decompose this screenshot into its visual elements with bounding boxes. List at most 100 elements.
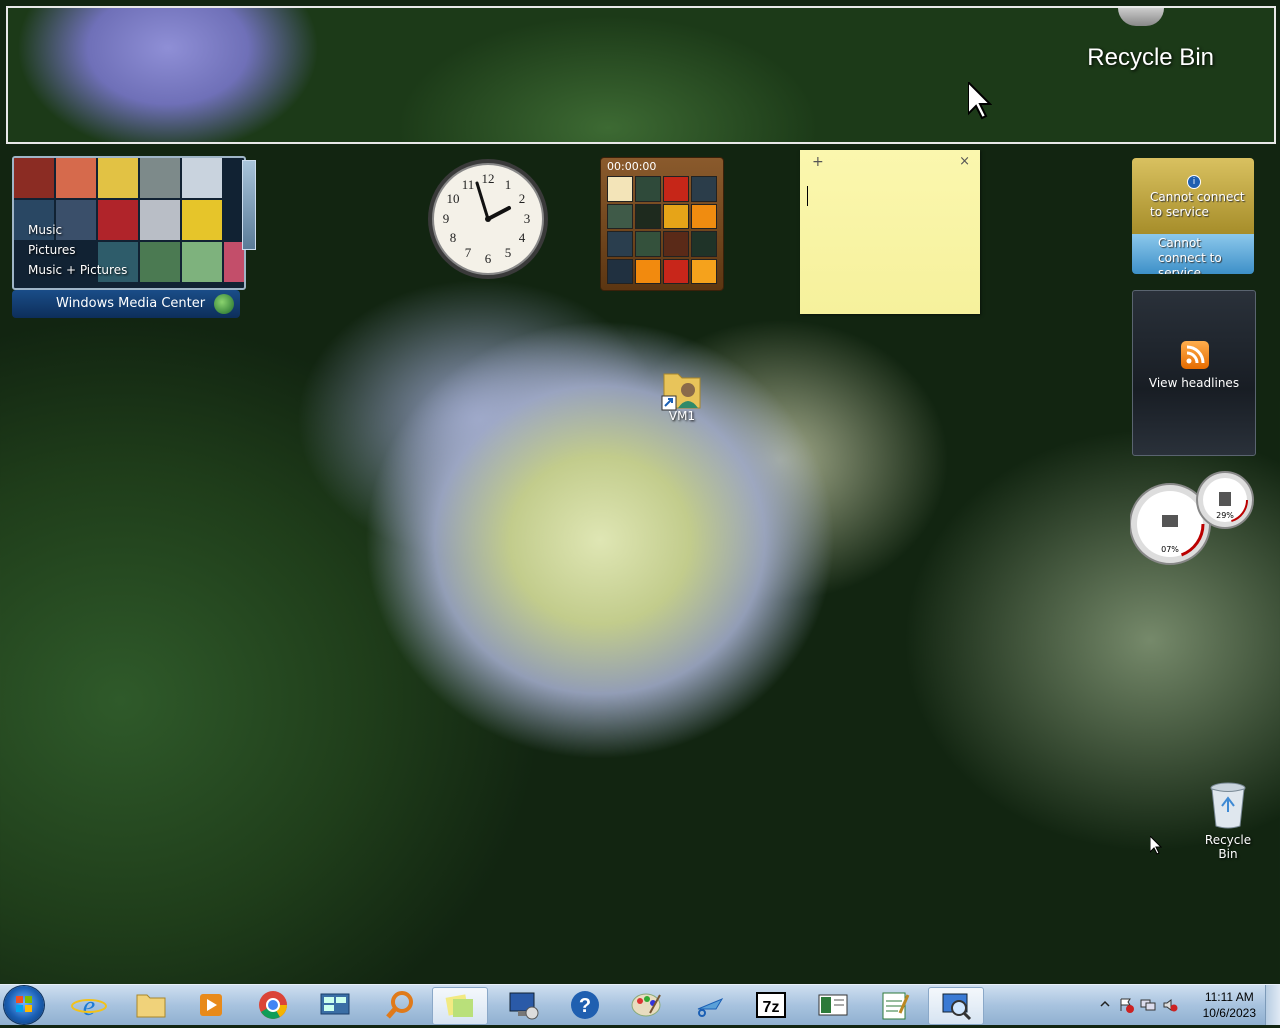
puzzle-tile[interactable] — [691, 176, 717, 202]
media-center-gadget[interactable]: Music Pictures Music + Pictures — [12, 156, 246, 290]
svg-text:9: 9 — [443, 211, 450, 226]
weather-gadget[interactable]: i Cannot connect to service Cannot conne… — [1132, 158, 1254, 274]
puzzle-tile[interactable] — [691, 203, 717, 229]
taskbar-paint[interactable] — [620, 987, 674, 1023]
wmc-tile — [140, 200, 180, 240]
wmc-tile — [140, 242, 180, 282]
taskbar-snipping-tool[interactable] — [684, 987, 738, 1023]
puzzle-tile[interactable] — [691, 258, 717, 284]
wmc-menu-music-pictures[interactable]: Music + Pictures — [28, 260, 127, 280]
puzzle-tile[interactable] — [607, 176, 633, 202]
magnified-cursor-icon — [968, 82, 992, 120]
puzzle-grid[interactable] — [607, 176, 717, 284]
picture-puzzle-gadget[interactable]: 00:00:00 — [600, 157, 724, 291]
taskbar-media-player[interactable] — [184, 987, 238, 1023]
help-icon: ? — [571, 991, 599, 1019]
puzzle-tile[interactable] — [607, 231, 633, 257]
seven-zip-icon: 7z — [756, 992, 786, 1018]
desktop-icon-recycle-bin[interactable]: Recycle Bin — [1194, 780, 1262, 861]
svg-text:10: 10 — [447, 191, 460, 206]
recycle-bin-icon — [1210, 782, 1246, 829]
taskbar-ie[interactable]: e — [62, 987, 116, 1023]
puzzle-tile[interactable] — [635, 203, 661, 229]
wmc-menu: Music Pictures Music + Pictures — [28, 220, 127, 280]
note-add-button[interactable]: + — [812, 154, 824, 170]
taskbar-remote-desktop[interactable] — [496, 987, 550, 1023]
magnifying-glass-icon — [386, 991, 413, 1019]
taskbar-search[interactable] — [372, 987, 426, 1023]
taskbar-magnifier[interactable] — [928, 987, 984, 1025]
weather-panel-secondary: Cannot connect to service — [1132, 234, 1254, 274]
taskbar-explorer[interactable] — [124, 987, 178, 1023]
cpu-meter-gadget[interactable]: 07% 29% — [1130, 470, 1256, 566]
magnified-recycle-bin-label: Recycle Bin — [1087, 44, 1214, 71]
wmc-tile — [14, 158, 54, 198]
magnifier-view: Recycle Bin — [6, 6, 1276, 144]
show-hidden-icons-icon[interactable] — [1100, 999, 1110, 1009]
internet-explorer-icon: e — [71, 991, 107, 1022]
cpu-percent: 07% — [1161, 545, 1179, 554]
taskbar-sticky-notes[interactable] — [432, 987, 488, 1025]
notepad-icon — [882, 992, 910, 1020]
svg-text:2: 2 — [519, 191, 526, 206]
puzzle-tile[interactable] — [635, 231, 661, 257]
wmc-menu-music[interactable]: Music — [28, 220, 127, 240]
taskbar: e ? 7z 11:11 AM 10/6/2023 — [0, 984, 1280, 1025]
wmc-tile — [140, 158, 180, 198]
wmc-tile — [98, 158, 138, 198]
wmc-tile — [56, 158, 96, 198]
taskbar-chrome[interactable] — [246, 987, 300, 1023]
volume-muted-icon[interactable] — [1162, 997, 1178, 1013]
svg-text:6: 6 — [485, 251, 492, 266]
start-button[interactable] — [4, 986, 44, 1024]
feed-headlines-gadget[interactable]: View headlines — [1132, 290, 1256, 456]
folder-icon — [136, 994, 166, 1018]
puzzle-tile[interactable] — [663, 203, 689, 229]
note-close-button[interactable]: × — [959, 154, 970, 169]
media-player-icon — [200, 994, 222, 1016]
taskbar-help[interactable]: ? — [558, 987, 612, 1023]
taskbar-7zip[interactable]: 7z — [744, 987, 798, 1023]
notification-area: 11:11 AM 10/6/2023 — [1096, 985, 1280, 1025]
magnified-recycle-bin-icon — [1118, 8, 1164, 26]
taskbar-notepad[interactable] — [868, 987, 922, 1023]
network-icon[interactable] — [1140, 997, 1156, 1013]
view-headlines-link[interactable]: View headlines — [1133, 376, 1255, 390]
wmc-menu-pictures[interactable]: Pictures — [28, 240, 127, 260]
remote-desktop-icon — [509, 992, 539, 1020]
svg-text:3: 3 — [524, 211, 531, 226]
windows-logo-icon — [16, 996, 32, 1012]
taskbar-reader[interactable] — [806, 987, 860, 1023]
taskbar-rdcman[interactable] — [308, 987, 362, 1023]
sticky-note-gadget[interactable]: + × — [800, 150, 980, 314]
puzzle-tile[interactable] — [607, 203, 633, 229]
svg-text:7z: 7z — [763, 999, 780, 1016]
taskbar-clock[interactable]: 11:11 AM 10/6/2023 — [1203, 989, 1256, 1021]
cpu-icon — [1162, 515, 1178, 527]
puzzle-tile[interactable] — [663, 258, 689, 284]
clock-gadget[interactable]: 12 12 345 678 91011 — [426, 157, 550, 281]
svg-text:5: 5 — [505, 245, 512, 260]
mouse-cursor-icon — [1150, 836, 1162, 855]
svg-text:7: 7 — [465, 245, 472, 260]
reader-icon — [818, 994, 848, 1016]
action-center-flag-icon[interactable] — [1118, 997, 1134, 1013]
rss-icon — [1181, 341, 1209, 369]
svg-text:?: ? — [579, 995, 591, 1017]
puzzle-tile[interactable] — [607, 258, 633, 284]
puzzle-tile[interactable] — [635, 258, 661, 284]
windows-orb-icon — [214, 294, 234, 314]
puzzle-tile[interactable] — [663, 176, 689, 202]
desktop-icon-vm1[interactable]: VM1 — [656, 368, 708, 423]
puzzle-tile[interactable] — [663, 231, 689, 257]
magnifier-icon — [942, 993, 972, 1021]
puzzle-tile[interactable] — [635, 176, 661, 202]
chrome-icon — [259, 991, 287, 1019]
svg-text:4: 4 — [519, 230, 526, 245]
svg-text:12: 12 — [482, 171, 495, 186]
puzzle-tile[interactable] — [691, 231, 717, 257]
scissors-icon — [697, 997, 724, 1017]
wmc-title-bar[interactable]: Windows Media Center — [12, 290, 240, 318]
show-desktop-button[interactable] — [1265, 985, 1280, 1025]
note-text[interactable] — [808, 186, 972, 304]
